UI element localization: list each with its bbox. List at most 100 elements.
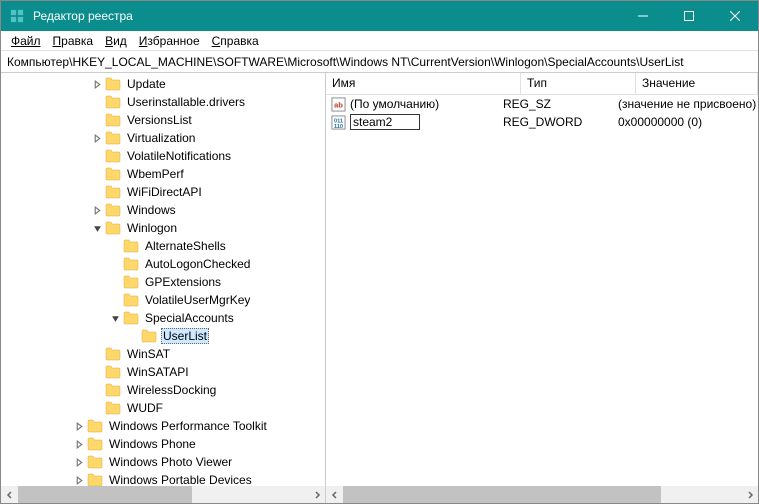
tree-label: Winlogon bbox=[125, 221, 179, 235]
folder-icon bbox=[87, 437, 103, 451]
expander-icon[interactable] bbox=[91, 384, 103, 396]
tree-item[interactable]: WbemPerf bbox=[1, 165, 325, 183]
column-type[interactable]: Тип bbox=[521, 73, 636, 94]
tree-item[interactable]: Windows Portable Devices bbox=[1, 471, 325, 486]
app-icon bbox=[9, 8, 25, 24]
expander-icon[interactable] bbox=[127, 330, 139, 342]
close-button[interactable] bbox=[712, 1, 758, 31]
expander-icon[interactable] bbox=[91, 132, 103, 144]
tree-item[interactable]: Windows Performance Toolkit bbox=[1, 417, 325, 435]
scroll-left-button[interactable] bbox=[1, 486, 18, 503]
column-name[interactable]: Имя bbox=[326, 73, 521, 94]
tree-item[interactable]: VersionsList bbox=[1, 111, 325, 129]
tree-item[interactable]: Windows Photo Viewer bbox=[1, 453, 325, 471]
folder-icon bbox=[105, 365, 121, 379]
tree-item[interactable]: Update bbox=[1, 75, 325, 93]
column-value[interactable]: Значение bbox=[636, 73, 758, 94]
list-row[interactable]: 011110REG_DWORD0x00000000 (0) bbox=[326, 113, 758, 131]
tree-label: VolatileUserMgrKey bbox=[143, 293, 252, 307]
scroll-thumb[interactable] bbox=[18, 486, 192, 503]
expander-icon[interactable] bbox=[109, 240, 121, 252]
tree-item[interactable]: Windows Phone bbox=[1, 435, 325, 453]
tree-item[interactable]: GPExtensions bbox=[1, 273, 325, 291]
expander-icon[interactable] bbox=[91, 186, 103, 198]
tree-label: SpecialAccounts bbox=[143, 311, 236, 325]
expander-icon[interactable] bbox=[91, 78, 103, 90]
expander-icon[interactable] bbox=[73, 474, 85, 486]
expander-icon[interactable] bbox=[109, 312, 121, 324]
menu-view[interactable]: Вид bbox=[99, 32, 133, 50]
tree-item[interactable]: Winlogon bbox=[1, 219, 325, 237]
tree-item[interactable]: Windows bbox=[1, 201, 325, 219]
folder-icon bbox=[105, 95, 121, 109]
scroll-right-button[interactable] bbox=[741, 486, 758, 503]
tree-item[interactable]: AlternateShells bbox=[1, 237, 325, 255]
tree-item[interactable]: WinSATAPI bbox=[1, 363, 325, 381]
folder-icon bbox=[105, 149, 121, 163]
maximize-button[interactable] bbox=[666, 1, 712, 31]
expander-icon[interactable] bbox=[91, 204, 103, 216]
value-name-edit[interactable] bbox=[350, 114, 420, 130]
expander-icon[interactable] bbox=[109, 276, 121, 288]
tree-item[interactable]: WUDF bbox=[1, 399, 325, 417]
folder-icon bbox=[105, 203, 121, 217]
expander-icon[interactable] bbox=[109, 294, 121, 306]
tree-item[interactable]: Userinstallable.drivers bbox=[1, 93, 325, 111]
menu-help[interactable]: Справка bbox=[206, 32, 265, 50]
tree-label: GPExtensions bbox=[143, 275, 223, 289]
expander-icon[interactable] bbox=[91, 114, 103, 126]
expander-icon[interactable] bbox=[73, 438, 85, 450]
tree-label: WinSATAPI bbox=[125, 365, 191, 379]
folder-icon bbox=[105, 401, 121, 415]
value-name: (По умолчанию) bbox=[350, 97, 439, 111]
minimize-button[interactable] bbox=[620, 1, 666, 31]
scroll-left-button[interactable] bbox=[326, 486, 343, 503]
expander-icon[interactable] bbox=[73, 420, 85, 432]
expander-icon[interactable] bbox=[91, 168, 103, 180]
expander-icon[interactable] bbox=[91, 96, 103, 108]
tree-item[interactable]: AutoLogonChecked bbox=[1, 255, 325, 273]
expander-icon[interactable] bbox=[91, 348, 103, 360]
value-data: (значение не присвоено) bbox=[612, 97, 758, 111]
tree-label: AutoLogonChecked bbox=[143, 257, 252, 271]
expander-icon[interactable] bbox=[91, 222, 103, 234]
tree-item[interactable]: VolatileNotifications bbox=[1, 147, 325, 165]
tree-item[interactable]: WirelessDocking bbox=[1, 381, 325, 399]
tree-label: WUDF bbox=[125, 401, 165, 415]
tree-item[interactable]: Virtualization bbox=[1, 129, 325, 147]
menu-file[interactable]: Файл bbox=[5, 32, 47, 50]
value-type: REG_DWORD bbox=[497, 115, 612, 129]
dword-value-icon: 011110 bbox=[330, 114, 346, 130]
scroll-right-button[interactable] bbox=[308, 486, 325, 503]
expander-icon[interactable] bbox=[91, 366, 103, 378]
tree-label: Windows Photo Viewer bbox=[107, 455, 234, 469]
expander-icon[interactable] bbox=[91, 402, 103, 414]
tree-item[interactable]: UserList bbox=[1, 327, 325, 345]
scroll-thumb[interactable] bbox=[343, 486, 661, 503]
tree-item[interactable]: WinSAT bbox=[1, 345, 325, 363]
tree-label: VolatileNotifications bbox=[125, 149, 233, 163]
tree-item[interactable]: VolatileUserMgrKey bbox=[1, 291, 325, 309]
expander-icon[interactable] bbox=[109, 258, 121, 270]
expander-icon[interactable] bbox=[91, 150, 103, 162]
menu-edit[interactable]: Правка bbox=[47, 32, 100, 50]
value-type: REG_SZ bbox=[497, 97, 612, 111]
menu-favorites[interactable]: Избранное bbox=[133, 32, 206, 50]
folder-icon bbox=[87, 455, 103, 469]
tree-label: WirelessDocking bbox=[125, 383, 218, 397]
folder-icon bbox=[105, 185, 121, 199]
list-row[interactable]: ab(По умолчанию)REG_SZ(значение не присв… bbox=[326, 95, 758, 113]
tree-item[interactable]: SpecialAccounts bbox=[1, 309, 325, 327]
tree-hscrollbar[interactable] bbox=[1, 486, 325, 503]
tree-item[interactable]: WiFiDirectAPI bbox=[1, 183, 325, 201]
folder-icon bbox=[105, 221, 121, 235]
tree-label: WiFiDirectAPI bbox=[125, 185, 204, 199]
folder-icon bbox=[123, 257, 139, 271]
tree-label: Userinstallable.drivers bbox=[125, 95, 247, 109]
tree-label: Windows Phone bbox=[107, 437, 198, 451]
list-pane: Имя Тип Значение ab(По умолчанию)REG_SZ(… bbox=[326, 73, 758, 503]
address-bar[interactable]: Компьютер\HKEY_LOCAL_MACHINE\SOFTWARE\Mi… bbox=[1, 51, 758, 73]
expander-icon[interactable] bbox=[73, 456, 85, 468]
list-hscrollbar[interactable] bbox=[326, 486, 758, 503]
list-header: Имя Тип Значение bbox=[326, 73, 758, 95]
